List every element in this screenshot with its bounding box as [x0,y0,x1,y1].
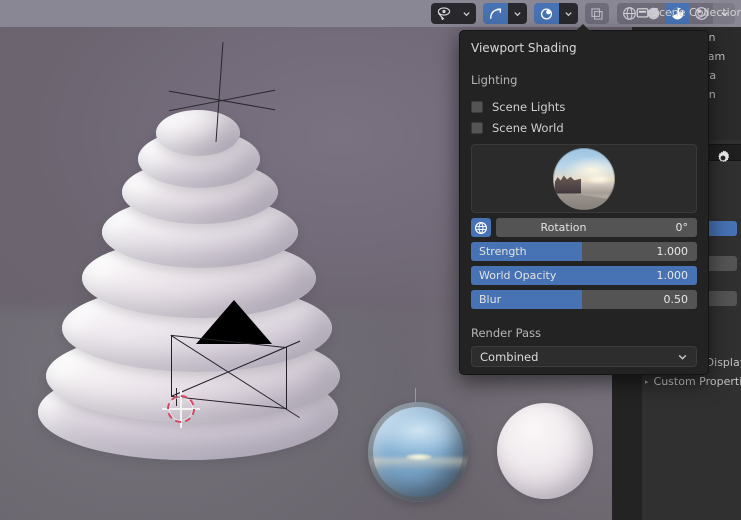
empty-axis-line [215,42,224,142]
scene-lights-label: Scene Lights [492,99,566,114]
visibility-button-group[interactable] [431,3,476,24]
render-pass-dropdown[interactable]: Combined [471,346,697,367]
snap-magnet-icon [490,7,502,19]
proportional-editing-button[interactable] [534,3,559,24]
snap-toggle-button[interactable] [483,3,508,24]
rotation-slider-value: 0° [675,221,688,234]
rotation-slider-label: Rotation [540,221,587,234]
chrome-rim [368,402,468,502]
gear-icon[interactable] [714,149,732,167]
scene-world-checkbox-row[interactable]: Scene World [471,117,697,138]
chevron-down-icon [463,12,470,17]
popover-arrow [575,24,591,32]
proportional-editing-icon [540,7,553,20]
strength-slider[interactable]: Strength 1.000 [471,242,697,261]
outliner-scene-collection-label: Scene Collection [652,6,741,19]
strength-slider-label: Strength [479,245,527,258]
disclosure-triangle-icon[interactable]: ▸ [645,378,649,386]
world-opacity-slider-value: 1.000 [656,269,689,282]
world-opacity-slider[interactable]: World Opacity 1.000 [471,266,697,285]
cursor-3d[interactable] [162,390,200,428]
chrome-reference-sphere[interactable] [368,402,468,502]
render-pass-label: Render Pass [471,326,542,340]
hdri-sun [587,176,610,184]
scene-lights-checkbox-row[interactable]: Scene Lights [471,96,697,117]
panel-label: Custom Properties [653,375,741,388]
world-opacity-slider-row[interactable]: World Opacity 1.000 [471,266,697,285]
visibility-dropdown-button[interactable] [457,3,476,24]
camera-up-triangle-icon [196,300,272,344]
snap-dropdown-button[interactable] [508,3,527,24]
object-visibility-button[interactable] [431,3,457,24]
scene-world-checkbox[interactable] [471,121,483,134]
blur-slider-value: 0.50 [663,293,689,306]
chevron-down-icon [565,12,572,17]
lighting-section-label: Lighting [471,73,518,87]
collection-icon [632,6,652,19]
world-globe-icon[interactable] [471,218,491,237]
world-opacity-slider-label: World Opacity [479,269,557,282]
hdri-preview-box[interactable] [471,144,697,213]
popover-title: Viewport Shading [471,41,577,55]
blur-slider[interactable]: Blur 0.50 [471,290,697,309]
rotation-slider[interactable]: Rotation 0° [496,218,697,237]
proportional-editing-dropdown-button[interactable] [559,3,578,24]
chevron-down-icon [514,12,521,17]
chevron-down-icon [677,351,688,362]
strength-slider-value: 1.000 [656,245,689,258]
overlays-icon [591,7,603,20]
overlays-button[interactable] [585,3,609,24]
viewport-header[interactable] [0,0,741,27]
outliner-scene-collection-row[interactable]: Scene Collection [632,3,741,22]
blur-slider-label: Blur [479,293,502,306]
eye-cursor-icon [437,7,451,20]
blur-slider-row[interactable]: Blur 0.50 [471,290,697,309]
hdri-building [555,175,581,194]
cursor-3d-ring [167,395,195,423]
strength-slider-row[interactable]: Strength 1.000 [471,242,697,261]
diffuse-reference-sphere[interactable] [497,403,593,499]
render-pass-value: Combined [480,349,539,364]
scene-world-label: Scene World [492,120,564,135]
rotation-slider-row[interactable]: Rotation 0° [471,218,697,237]
proportional-editing-group[interactable] [534,3,578,24]
scene-lights-checkbox[interactable] [471,100,483,113]
hdri-preview-ball[interactable] [553,147,615,210]
snap-button-group[interactable] [483,3,527,24]
viewport-shading-popover[interactable]: Viewport Shading Lighting Scene Lights S… [459,30,730,375]
empty-axes-object[interactable] [160,40,282,144]
